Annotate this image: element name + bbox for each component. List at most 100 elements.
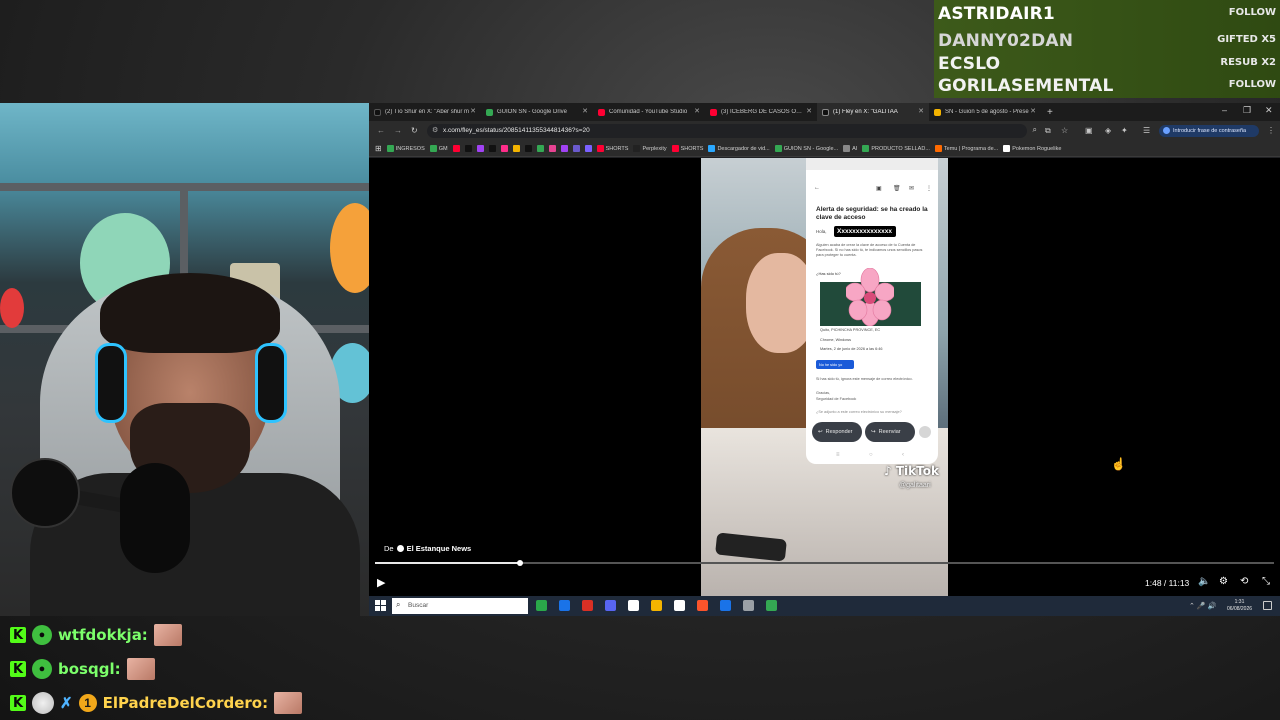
hand-cursor-icon: ☝: [1111, 457, 1126, 471]
bookmark-item[interactable]: SHORTS: [671, 145, 703, 152]
trash-icon: 🗑: [893, 186, 901, 192]
redacted-name: Xxxxxxxxxxxxxxx: [834, 226, 896, 237]
settings-gear-icon[interactable]: ⚙: [1219, 576, 1228, 587]
fullscreen-icon[interactable]: ⤡: [1262, 576, 1270, 587]
play-icon[interactable]: ▶: [377, 576, 385, 589]
back-arrow-icon[interactable]: ←: [377, 126, 385, 135]
taskbar-app-icon[interactable]: [674, 600, 685, 611]
bookmark-item[interactable]: AI: [843, 145, 857, 152]
bookmark-item[interactable]: Perplexity: [633, 145, 667, 152]
extension-icon[interactable]: ◈: [1105, 126, 1111, 135]
browser-tab[interactable]: GUION SN - Google Drive ✕: [481, 103, 593, 121]
bookmark-item[interactable]: [476, 145, 484, 152]
bookmark-item[interactable]: [560, 145, 568, 152]
sign-off: Gracias,: [816, 391, 831, 395]
bookmark-item[interactable]: INGRESOS: [386, 145, 425, 152]
bookmark-item[interactable]: SHORTS: [596, 145, 628, 152]
apps-grid-icon[interactable]: ⊞: [375, 144, 382, 153]
notification-icon[interactable]: [1263, 601, 1272, 610]
search-icon: ⌕: [396, 600, 401, 609]
extension-icon[interactable]: ▣: [1085, 126, 1093, 135]
share-icon[interactable]: ⧉: [1045, 126, 1051, 136]
bookmark-item[interactable]: [464, 145, 472, 152]
bookmark-item[interactable]: GM: [429, 145, 448, 152]
bookmark-item[interactable]: [584, 145, 592, 152]
location-info: Quito, PICHINCHA PROVINCE, EC: [820, 328, 881, 332]
taskbar-app-icon[interactable]: [536, 600, 547, 611]
email-body: Alguien acaba de crear la clave de acces…: [816, 243, 923, 258]
minimize-button[interactable]: –: [1222, 105, 1227, 115]
taskbar-app-icon[interactable]: [628, 600, 639, 611]
browser-tab[interactable]: (3) ICEBERG DE CASOS OCURR ✕: [705, 103, 817, 121]
close-window-button[interactable]: ✕: [1265, 105, 1273, 116]
browser-tab-active[interactable]: (1) Fley en X: "GALITAA ✕: [817, 103, 929, 121]
video-progress-bar[interactable]: [375, 560, 1274, 566]
bookmark-item[interactable]: [452, 145, 460, 152]
clock-time: 1:31: [1234, 599, 1245, 605]
chat-username: bosqgl:: [58, 660, 121, 678]
bookmark-item[interactable]: [572, 145, 580, 152]
not-me-button: No he sido yo: [816, 360, 854, 369]
bookmark-item[interactable]: Temu | Programa de...: [934, 145, 998, 152]
bookmark-item[interactable]: Descargador de vid...: [708, 145, 770, 152]
taskbar-app-icon[interactable]: [743, 600, 754, 611]
tab-title: GUION SN - Google Drive: [497, 109, 568, 115]
repost-icon[interactable]: ⟲: [1240, 576, 1248, 587]
progress-handle[interactable]: [516, 560, 523, 566]
password-passphrase-button[interactable]: Introducir frase de contraseña: [1159, 125, 1259, 137]
taskbar-app-icon[interactable]: [605, 600, 616, 611]
puzzle-icon[interactable]: ✦: [1121, 126, 1128, 135]
x-icon: [374, 108, 381, 116]
source-name: El Estanque News: [406, 544, 472, 553]
system-tray-icons[interactable]: ⌃ 🎤 🔊: [1189, 602, 1216, 610]
bookmark-item[interactable]: [548, 145, 556, 152]
new-tab-button[interactable]: +: [1047, 107, 1053, 118]
taskbar-app-icon[interactable]: [697, 600, 708, 611]
taskbar-app-icon[interactable]: [766, 600, 777, 611]
taskbar-app-icon[interactable]: [559, 600, 570, 611]
close-icon[interactable]: ✕: [918, 107, 924, 115]
windows-taskbar: ⌕ Buscar ⌃ 🎤 🔊 1:31 06/08/2026: [369, 596, 1280, 616]
url-text: x.com/fley_es/status/2085141135534481436…: [443, 127, 590, 134]
forward-arrow-icon[interactable]: →: [394, 126, 402, 135]
video-source-credit[interactable]: De El Estanque News: [384, 544, 471, 553]
taskbar-app-icon[interactable]: [651, 600, 662, 611]
reload-icon[interactable]: ↻: [411, 126, 418, 135]
zoom-icon[interactable]: ⌕: [1033, 125, 1037, 135]
bookmark-item[interactable]: [488, 145, 496, 152]
password-button-label: Introducir frase de contraseña: [1173, 128, 1247, 134]
bookmark-item[interactable]: [512, 145, 520, 152]
volume-icon[interactable]: 🔈: [1198, 576, 1210, 587]
address-bar[interactable]: ⚙ x.com/fley_es/status/20851411355344814…: [427, 124, 1037, 138]
close-icon[interactable]: ✕: [806, 107, 812, 115]
taskbar-app-icon[interactable]: [582, 600, 593, 611]
bookmark-item[interactable]: [500, 145, 508, 152]
bookmark-item[interactable]: [536, 145, 544, 152]
taskbar-clock[interactable]: 1:31 06/08/2026: [1227, 599, 1252, 613]
maximize-button[interactable]: ❐: [1243, 105, 1251, 116]
bookmark-favicon-icon: [512, 145, 520, 152]
browser-tab[interactable]: Comunidad - YouTube Studio ✕: [593, 103, 705, 121]
bookmark-item[interactable]: PRODUCTO SELLAD...: [862, 145, 930, 152]
bookmark-item[interactable]: Pokemon Roguelike: [1003, 145, 1061, 152]
taskbar-search[interactable]: ⌕ Buscar: [392, 598, 528, 614]
bookmark-item[interactable]: GUION SN - Google...: [774, 145, 838, 152]
x-icon: [822, 108, 829, 116]
bookmark-star-icon[interactable]: ☆: [1061, 126, 1068, 135]
close-icon[interactable]: ✕: [470, 107, 476, 115]
taskbar-app-icon[interactable]: [720, 600, 731, 611]
windows-start-icon[interactable]: [375, 600, 386, 611]
close-icon[interactable]: ✕: [694, 107, 700, 115]
browser-tab[interactable]: (2) Tío Shur en X: "Aber shur m ✕: [369, 103, 481, 121]
close-icon[interactable]: ✕: [1030, 107, 1036, 115]
bookmark-favicon-icon: [596, 145, 604, 152]
close-icon[interactable]: ✕: [582, 107, 588, 115]
phone-back-icon: ‹: [902, 452, 904, 458]
bookmark-item[interactable]: [524, 145, 532, 152]
video-player[interactable]: ← ▣ 🗑 ✉ ⋮ Alerta de seguridad: se ha cre…: [701, 158, 948, 596]
site-info-icon[interactable]: ⚙: [432, 126, 438, 134]
menu-dots-icon[interactable]: ⋮: [1267, 126, 1275, 135]
clock-date: 06/08/2026: [1227, 606, 1253, 612]
browser-tab[interactable]: SN - Guion 5 de agosto - Prese ✕: [929, 103, 1041, 121]
sidebar-icon[interactable]: ☰: [1143, 126, 1150, 135]
